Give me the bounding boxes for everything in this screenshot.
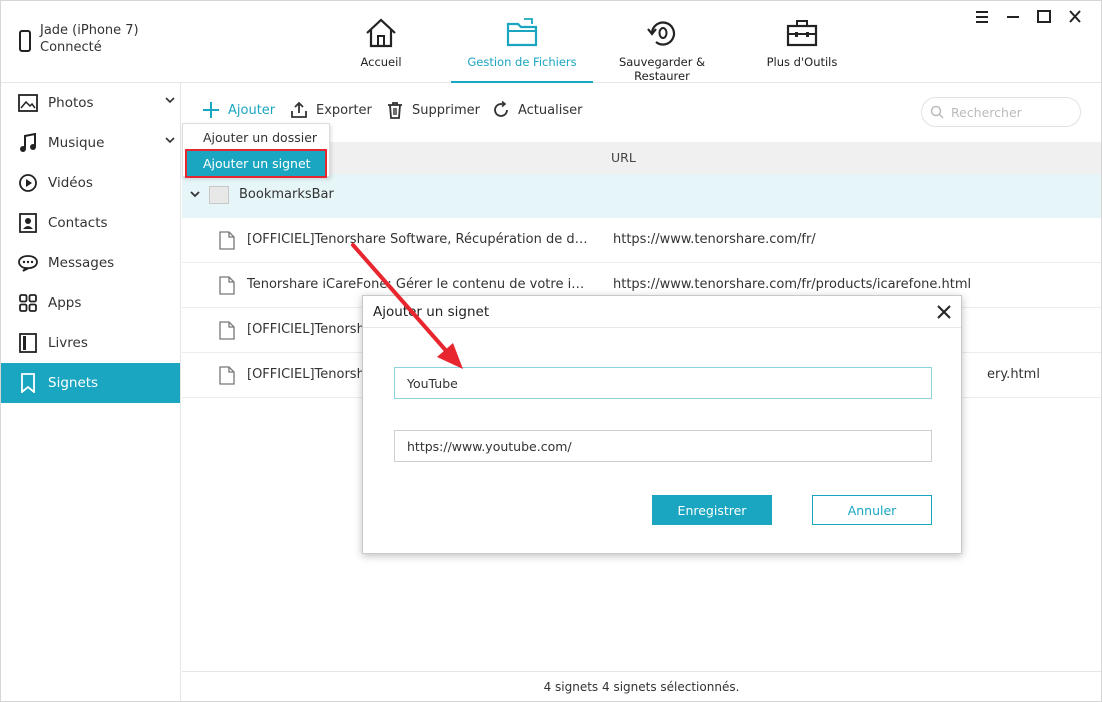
bookmark-url: https://www.tenorshare.com/fr/ (613, 232, 816, 247)
bookmark-icon (18, 373, 38, 393)
save-button[interactable]: Enregistrer (652, 495, 772, 525)
bookmark-url: https://www.tenorshare.com/fr/products/i… (613, 277, 972, 292)
minimize-icon[interactable] (998, 7, 1029, 27)
chevron-down-icon[interactable] (165, 136, 175, 144)
sidebar-item-apps[interactable]: Apps (1, 283, 180, 323)
chevron-down-icon[interactable] (189, 190, 201, 200)
sidebar-item-signets[interactable]: Signets (1, 363, 180, 403)
delete-button[interactable]: Supprimer (386, 101, 480, 119)
folder-row[interactable]: BookmarksBar (182, 174, 1101, 218)
sidebar-item-videos[interactable]: Vidéos (1, 163, 180, 203)
sidebar: Photos Musique Vidéos Contacts Messages … (1, 83, 181, 701)
bookmark-name: [OFFICIEL]Tenorshare Software, Récupérat… (247, 232, 592, 247)
device-name: Jade (iPhone 7) (40, 23, 139, 38)
delete-button-label: Supprimer (412, 102, 480, 118)
nav-accueil[interactable]: Accueil (341, 1, 421, 83)
apps-icon (18, 293, 38, 313)
folder-icon (209, 186, 229, 204)
device-status: Connecté (40, 40, 102, 55)
bookmark-url: ery.html (987, 367, 1040, 382)
message-icon (18, 253, 38, 273)
sidebar-item-label: Livres (48, 335, 88, 351)
photo-icon (18, 93, 38, 113)
search-icon (930, 105, 944, 119)
nav-sauvegarder-restaurer[interactable]: Sauvegarder & Restaurer (595, 1, 729, 83)
sidebar-item-label: Signets (48, 375, 99, 391)
sidebar-item-contacts[interactable]: Contacts (1, 203, 180, 243)
sidebar-item-label: Apps (48, 295, 82, 311)
bookmark-name: Tenorshare iCareFone: Gérer le contenu d… (247, 277, 592, 292)
app-window: Jade (iPhone 7) Connecté Accueil Gestion… (0, 0, 1102, 702)
url-column-header[interactable]: URL (611, 150, 636, 165)
document-icon (219, 231, 235, 250)
backup-restore-icon (647, 21, 676, 46)
sidebar-item-label: Contacts (48, 215, 108, 231)
plus-icon (203, 102, 219, 118)
menu-item-add-bookmark[interactable]: Ajouter un signet (185, 149, 327, 178)
bookmark-name-input[interactable] (394, 367, 932, 399)
phone-icon (19, 30, 31, 52)
nav-label: Sauvegarder & Restaurer (618, 55, 706, 83)
trash-icon (388, 102, 402, 119)
search-input[interactable]: Rechercher (921, 97, 1081, 127)
refresh-button[interactable]: Actualiser (492, 101, 582, 119)
close-icon[interactable] (1060, 7, 1091, 27)
maximize-icon[interactable] (1029, 7, 1060, 27)
sidebar-item-livres[interactable]: Livres (1, 323, 180, 363)
nav-label: Accueil (360, 55, 402, 69)
status-bar: 4 signets 4 signets sélectionnés. (182, 671, 1101, 701)
nav-label: Plus d'Outils (766, 55, 838, 69)
sidebar-item-messages[interactable]: Messages (1, 243, 180, 283)
refresh-icon (494, 101, 508, 117)
device-info: Jade (iPhone 7) Connecté (19, 22, 139, 56)
header: Jade (iPhone 7) Connecté Accueil Gestion… (1, 1, 1101, 83)
menu-item-add-folder[interactable]: Ajouter un dossier (183, 125, 329, 150)
toolbox-icon (786, 20, 818, 47)
folder-icon (506, 18, 538, 47)
sidebar-item-photos[interactable]: Photos (1, 83, 180, 123)
add-bookmark-dialog: Ajouter un signet Enregistrer Annuler (362, 295, 962, 554)
add-button-label: Ajouter (228, 102, 276, 118)
refresh-button-label: Actualiser (518, 102, 583, 118)
document-icon (219, 321, 235, 340)
export-button[interactable]: Exporter (290, 101, 372, 119)
export-icon (291, 101, 307, 118)
add-button[interactable]: Ajouter (202, 101, 275, 119)
cancel-button[interactable]: Annuler (812, 495, 932, 525)
search-placeholder: Rechercher (951, 104, 1022, 120)
nav-plus-outils[interactable]: Plus d'Outils (761, 1, 843, 83)
table-row[interactable]: [OFFICIEL]Tenorshare Software, Récupérat… (182, 218, 1101, 263)
contact-icon (18, 213, 38, 233)
document-icon (219, 366, 235, 385)
sidebar-item-label: Vidéos (48, 175, 93, 191)
document-icon (219, 276, 235, 295)
menu-icon[interactable] (967, 7, 998, 27)
close-icon[interactable] (935, 303, 953, 321)
sidebar-item-label: Photos (48, 95, 94, 111)
sidebar-item-label: Musique (48, 135, 105, 151)
music-icon (18, 133, 38, 153)
sidebar-item-musique[interactable]: Musique (1, 123, 180, 163)
nav-gestion-fichiers[interactable]: Gestion de Fichiers (451, 1, 593, 83)
window-controls (967, 7, 1091, 27)
folder-name: BookmarksBar (239, 187, 334, 202)
home-icon (366, 18, 396, 48)
nav-label: Gestion de Fichiers (467, 55, 577, 69)
video-icon (18, 173, 38, 193)
dialog-header: Ajouter un signet (363, 296, 961, 328)
dialog-title: Ajouter un signet (373, 304, 490, 320)
add-dropdown-menu: Ajouter un dossier Ajouter un signet (182, 123, 330, 178)
sidebar-item-label: Messages (48, 255, 115, 271)
chevron-down-icon[interactable] (165, 96, 175, 104)
bookmark-url-input[interactable] (394, 430, 932, 462)
export-button-label: Exporter (316, 102, 372, 118)
book-icon (18, 333, 38, 353)
